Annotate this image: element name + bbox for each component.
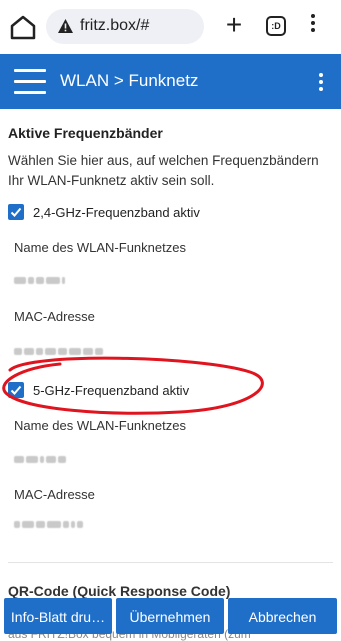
checkmark-icon xyxy=(10,207,22,217)
warning-icon[interactable] xyxy=(57,18,74,34)
band24-name-label: Name des WLAN-Funknetzes xyxy=(14,240,186,255)
band24-ssid-redacted xyxy=(14,275,65,285)
band24-label[interactable]: 2,4-GHz-Frequenzband aktiv xyxy=(33,205,200,220)
browser-toolbar: fritz.box/# + :D xyxy=(0,0,341,54)
section-title: Aktive Frequenzbänder xyxy=(8,125,163,141)
band5-mac-redacted xyxy=(14,519,83,529)
overflow-menu-icon[interactable] xyxy=(316,73,326,93)
apply-button[interactable]: Übernehmen xyxy=(116,598,224,634)
checkmark-icon xyxy=(10,385,22,395)
band5-name-label: Name des WLAN-Funknetzes xyxy=(14,418,186,433)
url-text: fritz.box/# xyxy=(80,17,150,34)
address-bar[interactable]: fritz.box/# xyxy=(46,9,204,44)
browser-menu-icon[interactable] xyxy=(306,14,320,40)
band24-checkbox[interactable] xyxy=(8,204,24,220)
band5-checkbox[interactable] xyxy=(8,382,24,398)
band24-mac-redacted xyxy=(14,346,103,356)
app-header: WLAN > Funknetz xyxy=(0,54,341,109)
print-info-sheet-button[interactable]: Info-Blatt dru… xyxy=(4,598,112,634)
section-description: Wählen Sie hier aus, auf welchen Frequen… xyxy=(8,153,319,188)
qr-section-title: QR-Code (Quick Response Code) xyxy=(8,583,231,599)
hamburger-menu-icon[interactable] xyxy=(14,69,46,94)
cancel-button[interactable]: Abbrechen xyxy=(228,598,337,634)
band24-mac-label: MAC-Adresse xyxy=(14,309,95,324)
home-icon[interactable] xyxy=(8,13,38,41)
section-divider xyxy=(8,562,333,563)
band5-ssid-redacted xyxy=(14,454,66,464)
tab-switcher-icon[interactable]: :D xyxy=(266,16,286,36)
band5-mac-label: MAC-Adresse xyxy=(14,487,95,502)
page-title: WLAN > Funknetz xyxy=(60,71,199,90)
band5-label[interactable]: 5-GHz-Frequenzband aktiv xyxy=(33,383,189,398)
new-tab-plus-icon[interactable]: + xyxy=(222,11,246,40)
